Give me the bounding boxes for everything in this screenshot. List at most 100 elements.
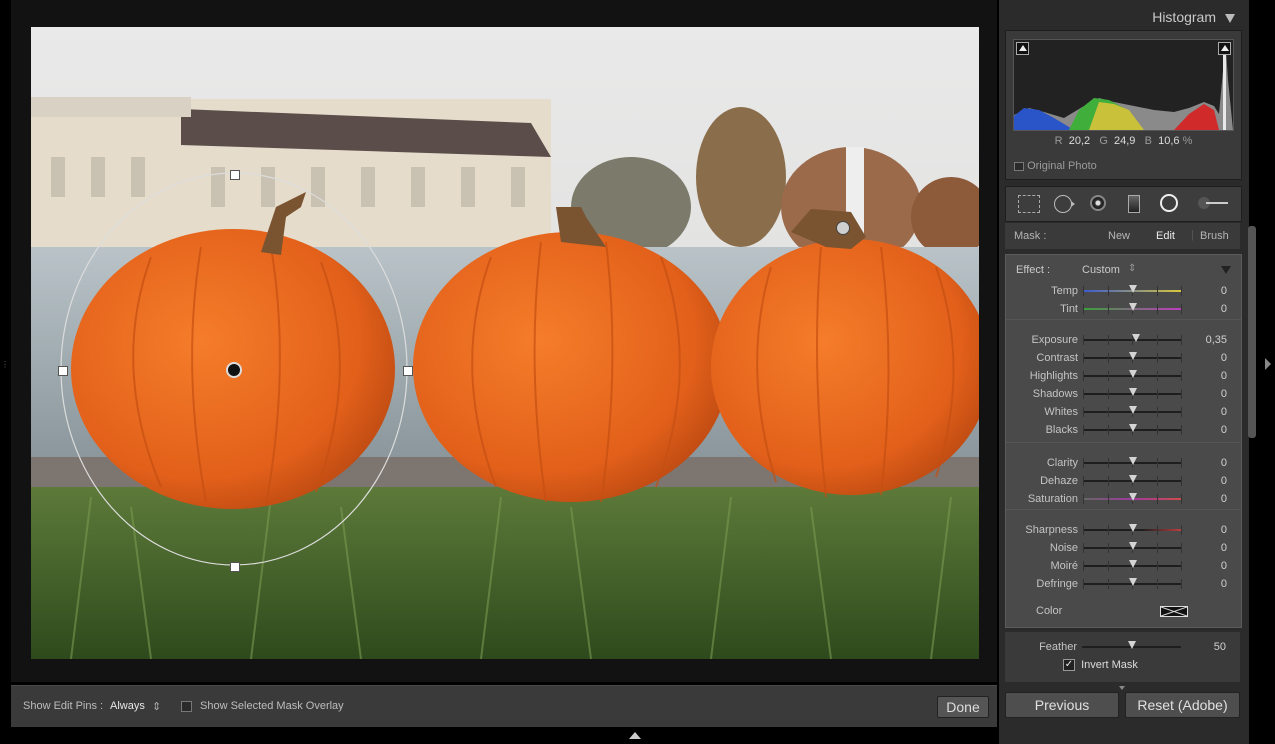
right-panel-toggle-icon[interactable] bbox=[1265, 358, 1271, 370]
mask-divider: | bbox=[1191, 229, 1194, 241]
previous-button[interactable]: Previous bbox=[1005, 692, 1119, 718]
histogram-curve bbox=[1014, 50, 1233, 130]
original-photo-label: Original Photo bbox=[1027, 160, 1097, 172]
mask-label: Mask : bbox=[1014, 230, 1047, 242]
slider-knob[interactable] bbox=[1128, 352, 1137, 360]
slider-label: Defringe bbox=[1036, 578, 1078, 590]
adjustment-brush-tool-icon[interactable] bbox=[1198, 197, 1228, 209]
mask-overlay-checkbox[interactable] bbox=[181, 701, 192, 715]
panel-scrollbar[interactable] bbox=[1248, 226, 1256, 438]
feather-row: Feather 50 bbox=[1005, 638, 1240, 656]
crop-tool-icon[interactable] bbox=[1018, 195, 1040, 213]
slider-knob[interactable] bbox=[1128, 406, 1137, 414]
photo[interactable] bbox=[31, 27, 979, 659]
slider-label: Saturation bbox=[1027, 493, 1078, 505]
effect-preset-select[interactable]: Custom bbox=[1082, 264, 1120, 276]
slider-knob[interactable] bbox=[1128, 388, 1137, 396]
left-panel-toggle-icon[interactable]: ⋮ bbox=[1, 360, 9, 369]
slider-knob[interactable] bbox=[1128, 475, 1137, 483]
panel-end-marker-icon bbox=[1119, 686, 1125, 690]
spot-removal-tool-icon[interactable] bbox=[1054, 195, 1072, 213]
slider-value: 0 bbox=[1220, 457, 1227, 469]
slider-row-clarity: Clarity 0 bbox=[1006, 454, 1241, 472]
slider-row-defringe: Defringe 0 bbox=[1006, 575, 1241, 593]
highlight-clipping-icon[interactable] bbox=[1218, 42, 1231, 55]
rgb-readout: R 20,2 G 24,9 B 10,6 % bbox=[1006, 135, 1241, 147]
bottom-toolbar: Show Edit Pins : Always ⇕ Show Selected … bbox=[11, 685, 997, 727]
slider-label: Dehaze bbox=[1040, 475, 1078, 487]
slider-row-shadows: Shadows 0 bbox=[1006, 385, 1241, 403]
b-label: B bbox=[1144, 135, 1152, 147]
slider-knob[interactable] bbox=[1128, 524, 1137, 532]
percent-sign: % bbox=[1182, 135, 1193, 147]
slider-knob[interactable] bbox=[1128, 457, 1137, 465]
slider-value: 0 bbox=[1220, 493, 1227, 505]
slider-label: Contrast bbox=[1036, 352, 1078, 364]
reset-button[interactable]: Reset (Adobe) bbox=[1125, 692, 1240, 718]
slider-label: Shadows bbox=[1032, 388, 1078, 400]
slider-label: Highlights bbox=[1029, 370, 1078, 382]
active-edit-pin-icon[interactable] bbox=[226, 362, 242, 378]
feather-value: 50 bbox=[1213, 641, 1226, 653]
slider-value: 0,35 bbox=[1205, 334, 1227, 346]
original-photo-toggle[interactable]: Original Photo bbox=[1014, 160, 1097, 172]
slider-value: 0 bbox=[1220, 285, 1227, 297]
slider-knob[interactable] bbox=[1128, 493, 1137, 501]
mask-handle-top[interactable] bbox=[230, 170, 240, 180]
radial-filter-tool-icon[interactable] bbox=[1160, 194, 1178, 212]
slider-label: Moiré bbox=[1050, 560, 1078, 572]
preset-arrows-icon[interactable]: ⇕ bbox=[1128, 263, 1136, 274]
slider-knob[interactable] bbox=[1128, 370, 1137, 378]
graduated-filter-tool-icon[interactable] bbox=[1128, 195, 1140, 213]
mask-edit-button[interactable]: Edit bbox=[1156, 230, 1175, 242]
feather-slider-knob[interactable] bbox=[1127, 641, 1136, 649]
slider-row-moir: Moiré 0 bbox=[1006, 557, 1241, 575]
slider-row-sharpness: Sharpness 0 bbox=[1006, 521, 1241, 539]
slider-value: 0 bbox=[1220, 578, 1227, 590]
slider-row-tint: Tint 0 bbox=[1006, 300, 1241, 318]
slider-value: 0 bbox=[1220, 388, 1227, 400]
slider-label: Noise bbox=[1049, 542, 1078, 554]
slider-value: 0 bbox=[1220, 303, 1227, 315]
slider-row-contrast: Contrast 0 bbox=[1006, 349, 1241, 367]
slider-row-whites: Whites 0 bbox=[1006, 403, 1241, 421]
shadow-clipping-icon[interactable] bbox=[1016, 42, 1029, 55]
select-arrows-icon[interactable]: ⇕ bbox=[152, 700, 161, 713]
slider-knob[interactable] bbox=[1128, 542, 1137, 550]
mask-brush-button[interactable]: Brush bbox=[1200, 230, 1229, 242]
mask-handle-right[interactable] bbox=[403, 366, 413, 376]
slider-value: 0 bbox=[1220, 406, 1227, 418]
histogram-header[interactable]: Histogram bbox=[1005, 4, 1240, 30]
slider-value: 0 bbox=[1220, 524, 1227, 536]
slider-knob[interactable] bbox=[1128, 560, 1137, 568]
slider-label: Sharpness bbox=[1025, 524, 1078, 536]
inactive-edit-pin-icon[interactable] bbox=[836, 221, 850, 235]
invert-mask-checkbox[interactable]: ✓ bbox=[1063, 659, 1075, 672]
mask-handle-bottom[interactable] bbox=[230, 562, 240, 572]
slider-knob[interactable] bbox=[1128, 303, 1137, 311]
slider-knob[interactable] bbox=[1128, 424, 1137, 432]
mask-handle-left[interactable] bbox=[58, 366, 68, 376]
color-swatch[interactable] bbox=[1160, 606, 1188, 617]
group-separator bbox=[1006, 509, 1241, 510]
invert-mask-toggle[interactable]: ✓ Invert Mask bbox=[1063, 659, 1138, 672]
done-button[interactable]: Done bbox=[937, 696, 989, 718]
mask-new-button[interactable]: New bbox=[1108, 230, 1130, 242]
histogram-graph[interactable] bbox=[1013, 39, 1234, 131]
effect-collapse-icon[interactable] bbox=[1221, 266, 1231, 274]
filmstrip-toggle-icon[interactable] bbox=[629, 732, 641, 739]
slider-knob[interactable] bbox=[1128, 285, 1137, 293]
slider-knob[interactable] bbox=[1128, 578, 1137, 586]
histogram-title: Histogram bbox=[1152, 9, 1216, 25]
show-edit-pins-label: Show Edit Pins : bbox=[23, 700, 104, 712]
show-edit-pins-select[interactable]: Always bbox=[110, 700, 145, 712]
pumpkins-photo bbox=[31, 27, 979, 659]
color-label: Color bbox=[1036, 605, 1063, 617]
slider-knob[interactable] bbox=[1131, 334, 1140, 342]
collapse-triangle-icon[interactable] bbox=[1225, 14, 1235, 23]
red-eye-tool-icon[interactable] bbox=[1090, 195, 1106, 211]
slider-row-temp: Temp 0 bbox=[1006, 282, 1241, 300]
r-value: 20,2 bbox=[1068, 135, 1091, 147]
slider-value: 0 bbox=[1220, 370, 1227, 382]
invert-mask-label: Invert Mask bbox=[1081, 659, 1138, 671]
